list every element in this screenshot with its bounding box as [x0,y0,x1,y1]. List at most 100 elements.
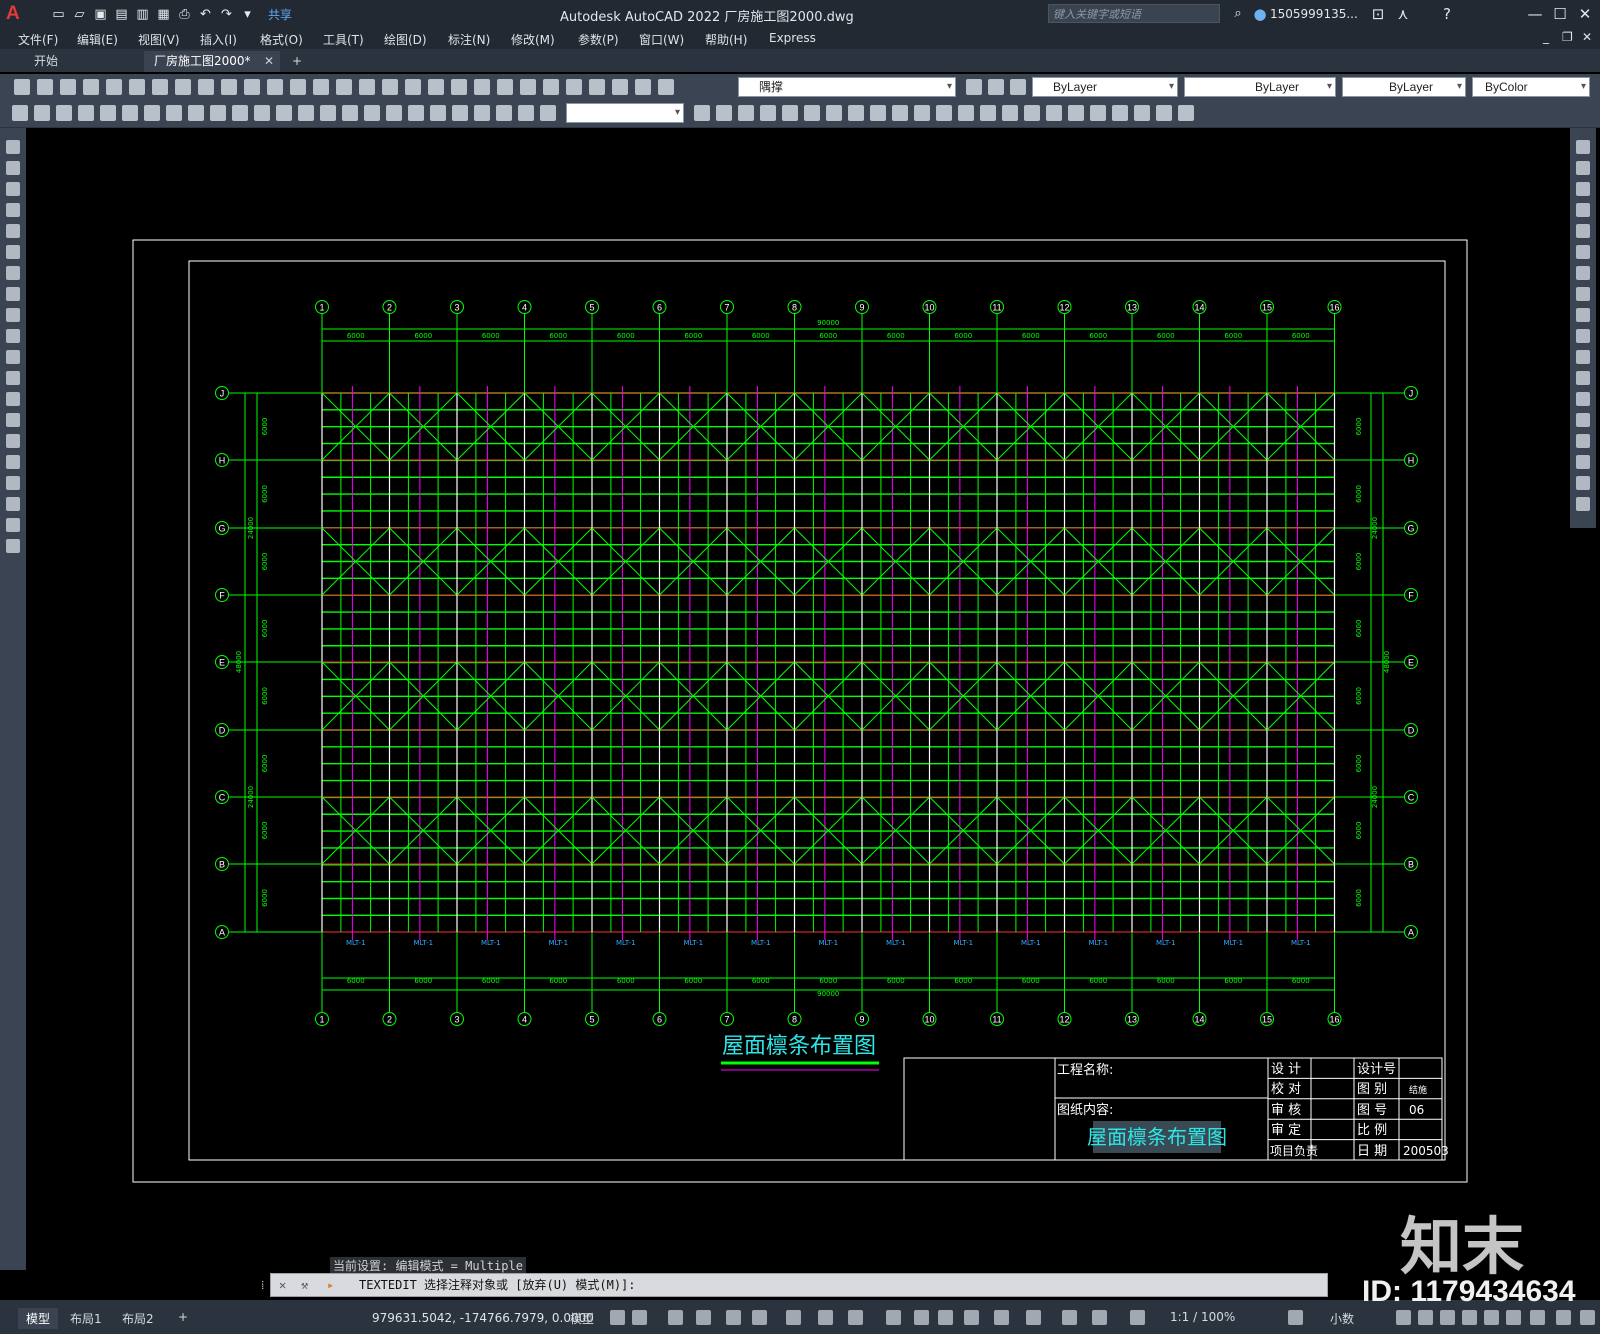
modify-tool-icon[interactable] [1576,161,1590,175]
draw-tool-icon[interactable] [6,518,20,532]
draw-tool-icon[interactable] [6,392,20,406]
menu-help[interactable]: 帮助(H) [705,31,747,48]
status-toggle-icon[interactable] [752,1310,767,1325]
tab-model[interactable]: 模型 [18,1308,59,1329]
toolbar-tool-13-icon[interactable] [290,79,306,95]
modify-tool-icon[interactable] [1576,308,1590,322]
modify-tool-icon[interactable] [1576,266,1590,280]
draw-tool-icon[interactable] [6,182,20,196]
modify-tool-icon[interactable] [1576,245,1590,259]
toolbar-tool-17-icon[interactable] [364,105,380,121]
toolbar-tool-32-icon[interactable] [826,105,842,121]
user-name[interactable]: 1505999135... [1270,7,1358,21]
draw-tool-icon[interactable] [6,371,20,385]
toolbar-tool-22-icon[interactable] [497,79,513,95]
toolbar-tool-1-icon[interactable] [12,105,28,121]
toolbar-tool-30-icon[interactable] [782,105,798,121]
toolbar-tool-30-icon[interactable] [966,79,982,95]
toolbar-tool-32-icon[interactable] [1010,79,1026,95]
lineweight-dropdown[interactable]: ByLayer ▾ [1342,77,1466,97]
draw-tool-icon[interactable] [6,476,20,490]
customize-dropdown-icon[interactable]: ▾ [239,6,256,23]
export-icon[interactable]: ▦ [155,6,172,23]
menu-modify[interactable]: 修改(M) [511,31,555,48]
toolbar-tool-12-icon[interactable] [254,105,270,121]
status-toggle-icon[interactable] [1556,1310,1571,1325]
status-toggle-icon[interactable] [1440,1310,1455,1325]
new-file-icon[interactable]: ▭ [50,6,67,23]
units-display[interactable]: 小数 [1322,1308,1362,1329]
toolbar-tool-12-icon[interactable] [267,79,283,95]
status-toggle-icon[interactable] [1484,1310,1499,1325]
status-toggle-icon[interactable] [696,1310,711,1325]
toolbar-tool-18-icon[interactable] [386,105,402,121]
toolbar-tool-48-icon[interactable] [1178,105,1194,121]
menu-window[interactable]: 窗口(W) [639,31,684,48]
toolbar-tool-15-icon[interactable] [336,79,352,95]
plotstyle-dropdown[interactable]: ByColor ▾ [1472,77,1590,97]
status-toggle-icon[interactable] [1026,1310,1041,1325]
status-toggle-icon[interactable] [818,1310,833,1325]
maximize-button[interactable]: ☐ [1550,4,1570,24]
toolbar-tool-11-icon[interactable] [244,79,260,95]
draw-tool-icon[interactable] [6,455,20,469]
search-icon[interactable]: ⌕ [1228,4,1248,24]
status-toggle-icon[interactable] [1462,1310,1477,1325]
modify-tool-icon[interactable] [1576,497,1590,511]
menu-dimension[interactable]: 标注(N) [448,31,490,48]
toolbar-tool-5-icon[interactable] [106,79,122,95]
toolbar-tool-39-icon[interactable] [980,105,996,121]
status-toggle-icon[interactable] [1062,1310,1077,1325]
modify-tool-icon[interactable] [1576,350,1590,364]
toolbar-tool-26-icon[interactable] [589,79,605,95]
status-toggle-icon[interactable] [632,1310,647,1325]
toolbar-tool-25-icon[interactable] [540,105,556,121]
toolbar-tool-22-icon[interactable] [474,105,490,121]
toolbar-tool-28-icon[interactable] [738,105,754,121]
menu-draw[interactable]: 绘图(D) [384,31,427,48]
status-toggle-icon[interactable] [1288,1310,1303,1325]
modify-tool-icon[interactable] [1576,434,1590,448]
toolbar-tool-42-icon[interactable] [1046,105,1062,121]
modify-tool-icon[interactable] [1576,203,1590,217]
doc-close-icon[interactable]: ✕ [1582,30,1592,44]
toolbar-tool-31-icon[interactable] [988,79,1004,95]
status-toggle-icon[interactable] [1092,1310,1107,1325]
menu-file[interactable]: 文件(F) [18,31,58,48]
modify-tool-icon[interactable] [1576,224,1590,238]
close-button[interactable]: ✕ [1575,4,1595,24]
toolbar-tool-25-icon[interactable] [566,79,582,95]
toolbar-tool-35-icon[interactable] [892,105,908,121]
menu-format[interactable]: 格式(O) [260,31,303,48]
draw-tool-icon[interactable] [6,245,20,259]
draw-tool-icon[interactable] [6,287,20,301]
status-toggle-icon[interactable] [1530,1310,1545,1325]
status-toggle-icon[interactable] [1418,1310,1433,1325]
toolbar-tool-27-icon[interactable] [612,79,628,95]
toolbar-tool-21-icon[interactable] [452,105,468,121]
close-icon[interactable]: ✕ [279,1274,286,1296]
toolbar-tool-23-icon[interactable] [520,79,536,95]
status-toggle-icon[interactable] [964,1310,979,1325]
save-icon[interactable]: ▣ [92,6,109,23]
status-toggle-icon[interactable] [786,1310,801,1325]
color-dropdown[interactable]: ByLayer ▾ [1032,77,1178,97]
toolbar-tool-9-icon[interactable] [198,79,214,95]
toolbar-tool-37-icon[interactable] [936,105,952,121]
draw-tool-icon[interactable] [6,539,20,553]
toolbar-tool-6-icon[interactable] [122,105,138,121]
toolbar-tool-20-icon[interactable] [451,79,467,95]
open-file-icon[interactable]: ▱ [71,6,88,23]
tab-drawing[interactable]: 厂房施工图2000* ✕ [144,51,280,72]
draw-tool-icon[interactable] [6,413,20,427]
redo-icon[interactable]: ↷ [218,6,235,23]
undo-icon[interactable]: ↶ [197,6,214,23]
draw-tool-icon[interactable] [6,224,20,238]
doc-restore-icon[interactable]: ❐ [1562,30,1573,44]
toolbar-tool-14-icon[interactable] [298,105,314,121]
toolbar-tool-21-icon[interactable] [474,79,490,95]
toolbar-tool-20-icon[interactable] [430,105,446,121]
toolbar-tool-36-icon[interactable] [914,105,930,121]
toolbar-tool-1-icon[interactable] [14,79,30,95]
draw-tool-icon[interactable] [6,497,20,511]
